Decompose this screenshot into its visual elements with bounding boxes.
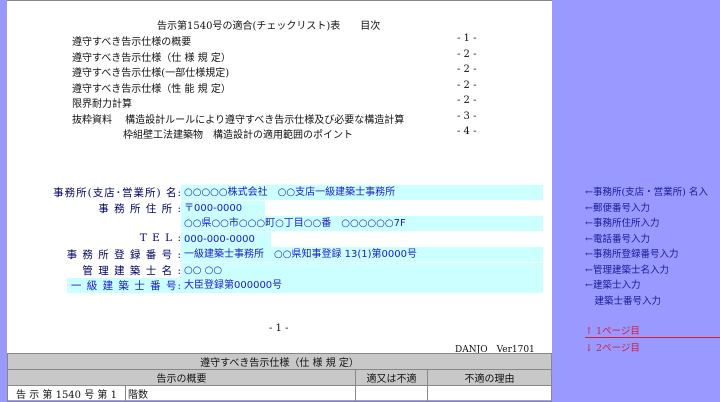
toc-item[interactable]: 遵守すべき告示仕様の概要 (72, 33, 191, 48)
header-summary: 告示の概要 (7, 369, 356, 386)
table-title: 遵守すべき告示仕様（仕 様 規 定） (7, 353, 552, 370)
manager-field[interactable]: ○○ ○○ (181, 263, 543, 278)
row-notice: 告 示 第 1540 号 第 1 (7, 385, 126, 402)
spec-table: 遵守すべき告示仕様（仕 様 規 定） 告示の概要 適又は不適 不適の理由 告 示… (7, 353, 553, 402)
toc-page: - 2 - (457, 48, 477, 60)
address-field[interactable]: ○○県○○市○○○町○丁目○○番 ○○○○○○7F (181, 216, 543, 231)
toc-page: - 1 - (457, 33, 477, 44)
office-name-label: 事務所(支店･営業所) 名: (53, 187, 182, 199)
address-label: 事 務 所 住 所 : (98, 203, 182, 215)
input-hint: ←建築士入力 (585, 280, 641, 291)
license-field[interactable]: 大臣登録第000000号 (181, 278, 543, 293)
input-hint: ←郵便番号入力 (585, 202, 650, 214)
toc-title: 告示第1540号の適合(チェックリスト)表 目次 (157, 21, 381, 32)
tel-field[interactable]: 000-000-0000 (181, 232, 271, 247)
toc-page: - 2 - (457, 79, 477, 91)
input-hint: ←管理建築士名入力 (585, 264, 669, 276)
nav-page-2-link[interactable]: ↓ 2ページ目 (585, 340, 640, 354)
input-hint: 建築士番号入力 (585, 295, 662, 307)
office-name-field[interactable]: ○○○○○株式会社 ○○支店一級建築士事務所 (181, 185, 543, 200)
manager-label: 管 理 建 築 士 名 : (82, 265, 182, 277)
postal-field[interactable]: 〒000-0000 (181, 201, 265, 216)
registration-field[interactable]: 一級建築士事務所 ○○県知事登録 13(1)第0000号 (181, 247, 543, 262)
header-reason: 不適の理由 (426, 369, 553, 386)
row-compliance[interactable] (354, 385, 428, 402)
tel-label: T E L : (139, 232, 182, 244)
input-hint: ←事務所(支店・営業所) 名入 (585, 187, 708, 198)
toc-item[interactable]: 遵守すべき告示仕様(一部仕様規定) (72, 64, 229, 79)
toc-page: - 2 - (457, 95, 477, 106)
nav-page-1-link[interactable]: ↑ 1ページ目 (585, 323, 640, 337)
toc-page: - 4 - (457, 126, 477, 137)
row-reason[interactable] (426, 385, 553, 402)
row-item: 階数 (125, 385, 356, 402)
page-number: - 1 - (269, 323, 289, 334)
toc-item[interactable]: 遵守すべき告示仕様（性 能 規 定） (72, 80, 231, 95)
license-label: 一 級 建 築 士 番 号: (70, 280, 182, 292)
sheet-page: 告示第1540号の適合(チェックリスト)表 目次 遵守すべき告示仕様の概要 - 1… (7, 0, 553, 402)
toc-item[interactable]: 限界耐力計算 (72, 95, 132, 110)
toc-item[interactable]: 遵守すべき告示仕様（仕 様 規 定） (72, 49, 231, 64)
toc-item[interactable]: 枠組壁工法建築物 構造設計の適用範囲のポイント (123, 126, 353, 141)
input-hint: ←事務所住所入力 (585, 218, 660, 229)
input-hint: ←事務所登録番号入力 (585, 249, 679, 260)
toc-page: - 3 - (457, 110, 477, 122)
toc-page: - 2 - (457, 64, 477, 75)
registration-label: 事 務 所 登 録 番 号 : (66, 249, 182, 261)
header-compliance: 適又は不適 (354, 369, 428, 386)
input-hint: ←電話番号入力 (585, 233, 650, 245)
table-row: 告 示 第 1540 号 第 1 階数 (7, 385, 553, 402)
divider (585, 337, 720, 338)
toc-item[interactable]: 抜粋資料 構造設計ルールにより遵守すべき告示仕様及び必要な構造計算 (72, 111, 404, 126)
